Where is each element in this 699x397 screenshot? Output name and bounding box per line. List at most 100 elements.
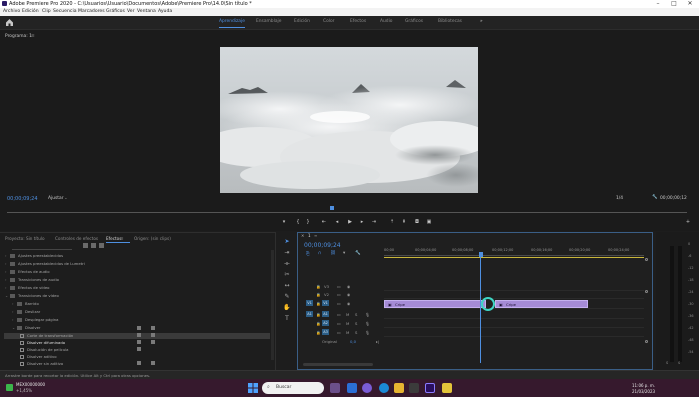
lock-icon[interactable]: 🔒 bbox=[316, 292, 321, 297]
eye-icon[interactable]: ◉ bbox=[347, 301, 350, 306]
sync-lock-icon[interactable]: ▭ bbox=[337, 312, 341, 317]
accelerated-effects-icon[interactable] bbox=[83, 243, 88, 248]
go-to-out-icon[interactable]: ⇥ bbox=[370, 219, 378, 225]
export-frame-icon[interactable]: ◘ bbox=[413, 219, 421, 225]
scroll-handle-bottom[interactable] bbox=[645, 340, 648, 343]
track-target-v1[interactable]: V1 bbox=[322, 300, 329, 306]
stock-ticker[interactable]: MEX00000000 bbox=[16, 382, 45, 387]
timeline-timecode[interactable]: 00;00;09;24 bbox=[304, 242, 341, 249]
compare-icon[interactable]: ▣ bbox=[425, 219, 433, 225]
menu-archivo[interactable]: Archivo bbox=[3, 8, 20, 16]
video-clip[interactable]: ▣ Cripe bbox=[495, 300, 588, 308]
lock-icon[interactable]: 🔒 bbox=[316, 321, 321, 326]
store-icon[interactable] bbox=[409, 383, 419, 393]
yuv-effects-icon[interactable] bbox=[99, 243, 104, 248]
menu-ayuda[interactable]: Ayuda bbox=[158, 8, 172, 16]
master-volume-value[interactable]: 0,0 bbox=[350, 339, 356, 344]
voice-over-icon[interactable]: 🎙 bbox=[365, 330, 370, 335]
workspace-tab-audio[interactable]: Audio bbox=[380, 19, 392, 24]
slip-tool-icon[interactable]: ↔ bbox=[283, 282, 291, 290]
type-tool-icon[interactable]: T bbox=[283, 315, 291, 323]
tree-item-video-effects[interactable]: › Efectos de vídeo bbox=[5, 285, 49, 290]
eye-icon[interactable]: ◉ bbox=[347, 292, 350, 297]
work-area-bar[interactable] bbox=[384, 257, 644, 258]
master-go-end-icon[interactable]: ▸| bbox=[376, 339, 379, 344]
resolution-dropdown[interactable]: 1/4 bbox=[616, 196, 623, 201]
program-mini-timeline[interactable] bbox=[7, 208, 687, 213]
tab-effect-controls[interactable]: Controles de efectos bbox=[55, 236, 98, 241]
track-target-a1[interactable]: A1 bbox=[322, 311, 329, 317]
task-view-icon[interactable] bbox=[330, 383, 340, 393]
meter-solo-right[interactable]: S bbox=[678, 361, 680, 365]
track-target-a2[interactable]: A2 bbox=[322, 320, 329, 326]
menu-ventana[interactable]: Ventana bbox=[137, 8, 156, 16]
lock-icon[interactable]: 🔒 bbox=[316, 330, 321, 335]
sync-lock-icon[interactable]: ▭ bbox=[337, 284, 341, 289]
ripple-edit-tool-icon[interactable]: ⟛ bbox=[283, 260, 291, 268]
pen-tool-icon[interactable]: ✎ bbox=[283, 293, 291, 301]
taskbar-search-box[interactable]: ⌕ Buscar bbox=[262, 382, 324, 394]
workspace-tab-efectos[interactable]: Efectos bbox=[350, 19, 366, 24]
tab-source[interactable]: Origen: (sin clips) bbox=[134, 236, 171, 241]
lock-icon[interactable]: 🔒 bbox=[316, 301, 321, 306]
tree-item-lumetri-presets[interactable]: › Ajustes preestablecidos de Lumetri bbox=[5, 261, 85, 266]
effects-search-input[interactable] bbox=[12, 245, 72, 250]
file-explorer-icon[interactable] bbox=[394, 383, 404, 393]
track-name-v3[interactable]: V3 bbox=[324, 284, 329, 289]
sticky-notes-icon[interactable] bbox=[442, 383, 452, 393]
source-patch-v1[interactable]: V1 bbox=[306, 300, 313, 306]
timeline-settings-icon[interactable]: 🔧 bbox=[355, 251, 361, 256]
program-timecode[interactable]: 00;00;09;24 bbox=[7, 196, 38, 202]
stock-widget-icon[interactable] bbox=[6, 384, 13, 391]
add-marker-icon[interactable]: ▾ bbox=[280, 219, 288, 225]
eye-icon[interactable]: ◉ bbox=[347, 284, 350, 289]
mark-in-icon[interactable]: { bbox=[294, 219, 302, 225]
effects-tab-menu-icon[interactable]: ≡ bbox=[120, 236, 124, 241]
teams-chat-icon[interactable] bbox=[362, 383, 372, 393]
program-playhead[interactable] bbox=[330, 206, 334, 210]
tree-item-desplegar-pagina[interactable]: › Desplegar página bbox=[12, 317, 58, 322]
workspace-tab-aprendizaje[interactable]: Aprendizaje bbox=[219, 19, 245, 28]
solo-button[interactable]: S bbox=[355, 330, 357, 335]
workspace-more-button[interactable]: » bbox=[480, 19, 483, 24]
hand-tool-icon[interactable]: ✋ bbox=[283, 304, 291, 312]
tree-item-disolucion-de-pelicula[interactable]: Disolución de película bbox=[20, 347, 69, 352]
tab-project[interactable]: Proyecto: Sin título bbox=[5, 236, 45, 241]
workspace-tab-edicion[interactable]: Edición bbox=[294, 19, 310, 24]
tree-item-audio-transitions[interactable]: › Transiciones de audio bbox=[5, 277, 59, 282]
tree-item-audio-effects[interactable]: › Efectos de audio bbox=[5, 269, 50, 274]
effects-scrollbar[interactable] bbox=[271, 250, 274, 360]
clock-time[interactable]: 11:06 p. m. bbox=[632, 383, 655, 388]
menu-ver[interactable]: Ver bbox=[127, 8, 135, 16]
menu-marcadores[interactable]: Marcadores bbox=[78, 8, 105, 16]
minimize-button[interactable]: – bbox=[651, 0, 665, 8]
workspace-tab-color[interactable]: Color bbox=[323, 19, 334, 24]
fit-dropdown-arrow-icon[interactable]: ⌄ bbox=[64, 196, 68, 201]
close-sequence-icon[interactable]: ✕ bbox=[301, 233, 304, 238]
meter-solo-left[interactable]: S bbox=[666, 361, 668, 365]
razor-tool-icon[interactable]: ✂ bbox=[283, 271, 291, 279]
selection-tool-icon[interactable]: ➤ bbox=[283, 238, 291, 246]
tree-item-disolver-sin-aditivo[interactable]: Disolver sin aditivo bbox=[20, 361, 63, 366]
video-clip[interactable]: ▣ Cripe bbox=[384, 300, 486, 308]
edge-icon[interactable] bbox=[379, 383, 389, 393]
solo-button[interactable]: S bbox=[355, 321, 357, 326]
tree-item-disolver[interactable]: ⌄ Disolver bbox=[12, 325, 40, 330]
tree-item-presets[interactable]: › Ajustes preestablecidos bbox=[5, 253, 63, 258]
workspace-tab-graficos[interactable]: Gráficos bbox=[405, 19, 423, 24]
mute-button[interactable]: M bbox=[346, 330, 349, 335]
mark-out-icon[interactable]: } bbox=[304, 219, 312, 225]
tree-item-corte-de-transformacion[interactable]: Corte de transformación bbox=[20, 333, 73, 338]
snap-icon[interactable]: ∩ bbox=[318, 251, 321, 256]
voice-over-icon[interactable]: 🎙 bbox=[365, 321, 370, 326]
go-to-in-icon[interactable]: ⇤ bbox=[320, 219, 328, 225]
sync-lock-icon[interactable]: ▭ bbox=[337, 330, 341, 335]
sync-lock-icon[interactable]: ▭ bbox=[337, 301, 341, 306]
mute-button[interactable]: M bbox=[346, 312, 349, 317]
tree-item-disolver-difuminado[interactable]: Disolver difuminado bbox=[20, 340, 65, 345]
scroll-handle-top[interactable] bbox=[645, 258, 648, 261]
track-target-a3[interactable]: A3 bbox=[322, 329, 329, 335]
timeline-horizontal-scrollbar[interactable] bbox=[303, 363, 373, 366]
sequence-tab-menu-icon[interactable]: ≡ bbox=[314, 233, 317, 238]
menu-clip[interactable]: Clip bbox=[42, 8, 51, 16]
